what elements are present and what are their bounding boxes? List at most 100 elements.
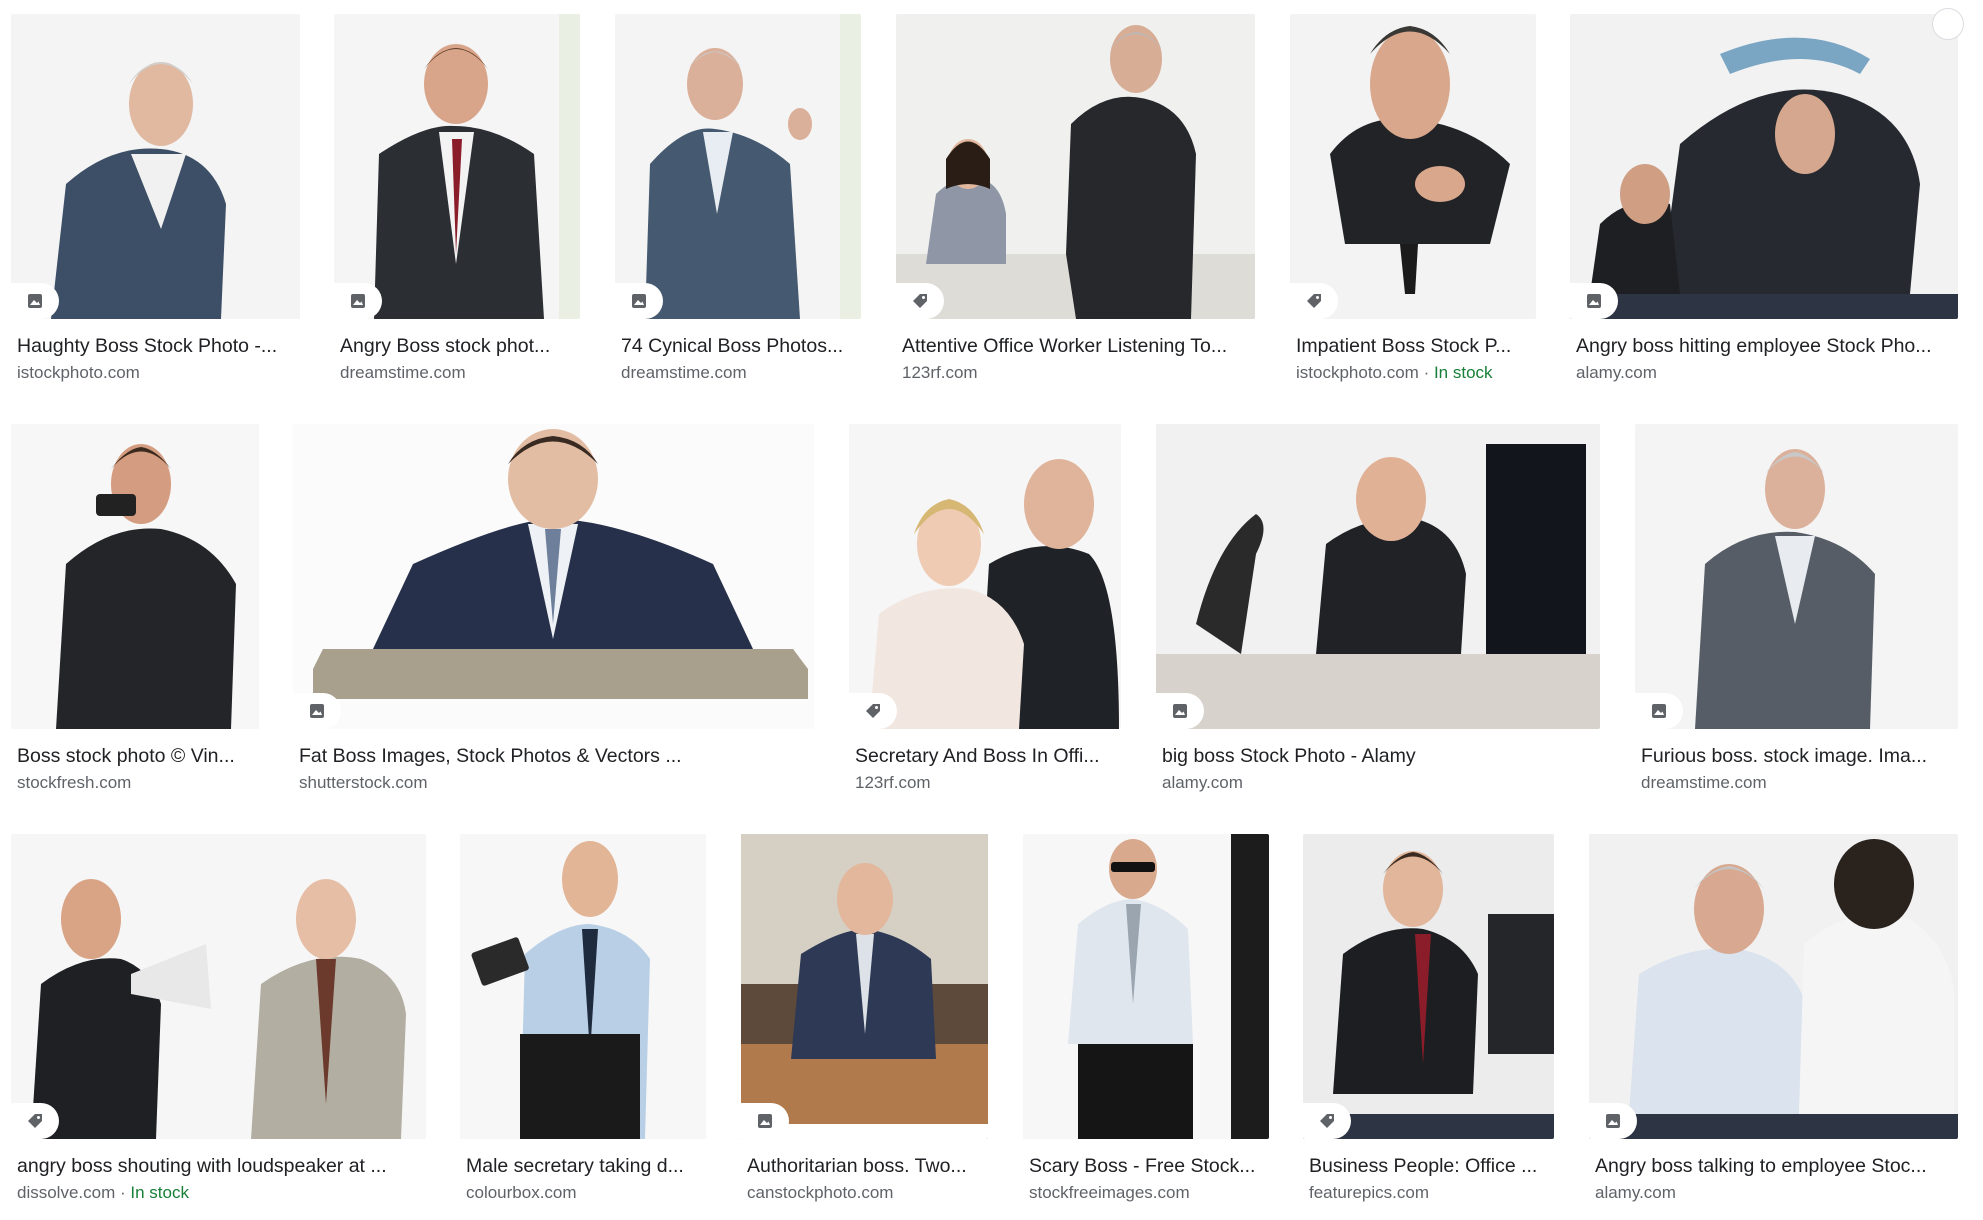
image-type-badge (334, 283, 382, 319)
result-thumbnail[interactable] (11, 424, 259, 729)
result-thumbnail[interactable] (1303, 834, 1554, 1139)
result-thumbnail[interactable] (1023, 834, 1269, 1139)
result-title[interactable]: Angry boss hitting employee Stock Pho... (1570, 334, 1958, 358)
result-title[interactable]: Male secretary taking d... (460, 1154, 706, 1178)
result-source: alamy.com (1589, 1182, 1958, 1204)
result-source: canstockphoto.com (741, 1182, 988, 1204)
result-title[interactable]: Business People: Office ... (1303, 1154, 1554, 1178)
image-type-badge (293, 693, 341, 729)
photo-illustration (334, 14, 580, 319)
image-type-badge (1156, 693, 1204, 729)
image-type-badge (849, 693, 897, 729)
result-card[interactable]: Angry boss talking to employee Stoc... a… (1589, 834, 1958, 1204)
result-source-domain: featurepics.com (1309, 1183, 1429, 1202)
tag-icon (28, 1114, 42, 1128)
result-thumbnail[interactable] (460, 834, 706, 1139)
result-card[interactable]: Attentive Office Worker Listening To... … (896, 14, 1255, 384)
result-source: alamy.com (1570, 362, 1958, 384)
result-title[interactable]: Secretary And Boss In Offi... (849, 744, 1121, 768)
result-thumbnail[interactable] (11, 14, 300, 319)
result-card[interactable]: Fat Boss Images, Stock Photos & Vectors … (293, 424, 814, 794)
result-thumbnail[interactable] (1589, 834, 1958, 1139)
image-type-badge (896, 283, 944, 319)
image-type-badge (11, 1103, 59, 1139)
result-source-domain: dreamstime.com (1641, 773, 1767, 792)
image-type-badge (11, 283, 59, 319)
result-title[interactable]: Fat Boss Images, Stock Photos & Vectors … (293, 744, 814, 768)
result-title[interactable]: Haughty Boss Stock Photo -... (11, 334, 300, 358)
result-source: dreamstime.com (1635, 772, 1958, 794)
result-source-domain: stockfreeimages.com (1029, 1183, 1190, 1202)
photo-illustration (1635, 424, 1958, 729)
result-source-domain: alamy.com (1162, 773, 1243, 792)
result-title[interactable]: Angry boss talking to employee Stoc... (1589, 1154, 1958, 1178)
result-card[interactable]: Scary Boss - Free Stock... stockfreeimag… (1023, 834, 1269, 1204)
result-title[interactable]: big boss Stock Photo - Alamy (1156, 744, 1600, 768)
image-type-badge (1635, 693, 1683, 729)
result-card[interactable]: Angry Boss stock phot... dreamstime.com (334, 14, 580, 384)
photo-illustration (293, 424, 814, 729)
result-title[interactable]: Boss stock photo © Vin... (11, 744, 259, 768)
result-title[interactable]: Scary Boss - Free Stock... (1023, 1154, 1269, 1178)
result-title[interactable]: Authoritarian boss. Two... (741, 1154, 988, 1178)
result-thumbnail[interactable] (293, 424, 814, 729)
result-thumbnail[interactable] (1635, 424, 1958, 729)
result-card[interactable]: Impatient Boss Stock P... istockphoto.co… (1290, 14, 1536, 384)
result-title[interactable]: Furious boss. stock image. Ima... (1635, 744, 1958, 768)
result-thumbnail[interactable] (896, 14, 1255, 319)
result-thumbnail[interactable] (1156, 424, 1600, 729)
result-thumbnail[interactable] (849, 424, 1121, 729)
result-card[interactable]: Secretary And Boss In Offi... 123rf.com (849, 424, 1121, 794)
result-thumbnail[interactable] (741, 834, 988, 1139)
result-card[interactable]: Furious boss. stock image. Ima... dreams… (1635, 424, 1958, 794)
result-source: featurepics.com (1303, 1182, 1554, 1204)
photo-illustration (615, 14, 861, 319)
result-card[interactable]: Male secretary taking d... colourbox.com (460, 834, 706, 1204)
result-source-domain: dreamstime.com (621, 363, 747, 382)
tag-icon (1320, 1114, 1334, 1128)
image-icon (28, 294, 42, 308)
photo-illustration (1589, 834, 1958, 1139)
result-source: istockphoto.com · In stock (1290, 362, 1536, 384)
result-title[interactable]: Impatient Boss Stock P... (1290, 334, 1536, 358)
result-title[interactable]: Attentive Office Worker Listening To... (896, 334, 1255, 358)
result-thumbnail[interactable] (1290, 14, 1536, 319)
photo-illustration (11, 14, 300, 319)
result-card[interactable]: Haughty Boss Stock Photo -... istockphot… (11, 14, 300, 384)
result-card[interactable]: angry boss shouting with loudspeaker at … (11, 834, 426, 1204)
result-card[interactable]: Business People: Office ... featurepics.… (1303, 834, 1554, 1204)
result-thumbnail[interactable] (334, 14, 580, 319)
result-card[interactable]: 74 Cynical Boss Photos... dreamstime.com (615, 14, 861, 384)
result-source-domain: colourbox.com (466, 1183, 577, 1202)
stock-separator: · (115, 1183, 131, 1202)
result-title[interactable]: Angry Boss stock phot... (334, 334, 580, 358)
result-thumbnail[interactable] (1570, 14, 1958, 319)
photo-illustration (11, 424, 259, 729)
tag-icon (1307, 294, 1321, 308)
result-card[interactable]: Authoritarian boss. Two... canstockphoto… (741, 834, 988, 1204)
result-card[interactable]: Boss stock photo © Vin... stockfresh.com (11, 424, 259, 794)
result-source-domain: canstockphoto.com (747, 1183, 894, 1202)
result-source: stockfreeimages.com (1023, 1182, 1269, 1204)
result-source: 123rf.com (896, 362, 1255, 384)
image-type-badge (1303, 1103, 1351, 1139)
result-card[interactable]: big boss Stock Photo - Alamy alamy.com (1156, 424, 1600, 794)
photo-illustration (1303, 834, 1554, 1139)
image-icon (310, 704, 324, 718)
stock-separator: · (1418, 363, 1434, 382)
result-source: dreamstime.com (334, 362, 580, 384)
scroll-corner-handle[interactable] (1932, 8, 1964, 40)
result-title[interactable]: 74 Cynical Boss Photos... (615, 334, 861, 358)
photo-illustration (849, 424, 1121, 729)
result-source-domain: stockfresh.com (17, 773, 132, 792)
image-icon (1587, 294, 1601, 308)
result-source-domain: istockphoto.com (17, 363, 140, 382)
result-thumbnail[interactable] (615, 14, 861, 319)
result-card[interactable]: Angry boss hitting employee Stock Pho...… (1570, 8, 1964, 384)
result-source-domain: istockphoto.com (1296, 363, 1419, 382)
result-thumbnail[interactable] (11, 834, 426, 1139)
result-title[interactable]: angry boss shouting with loudspeaker at … (11, 1154, 426, 1178)
stock-status: In stock (1433, 363, 1493, 382)
result-source: istockphoto.com (11, 362, 300, 384)
photo-illustration (11, 834, 426, 1139)
